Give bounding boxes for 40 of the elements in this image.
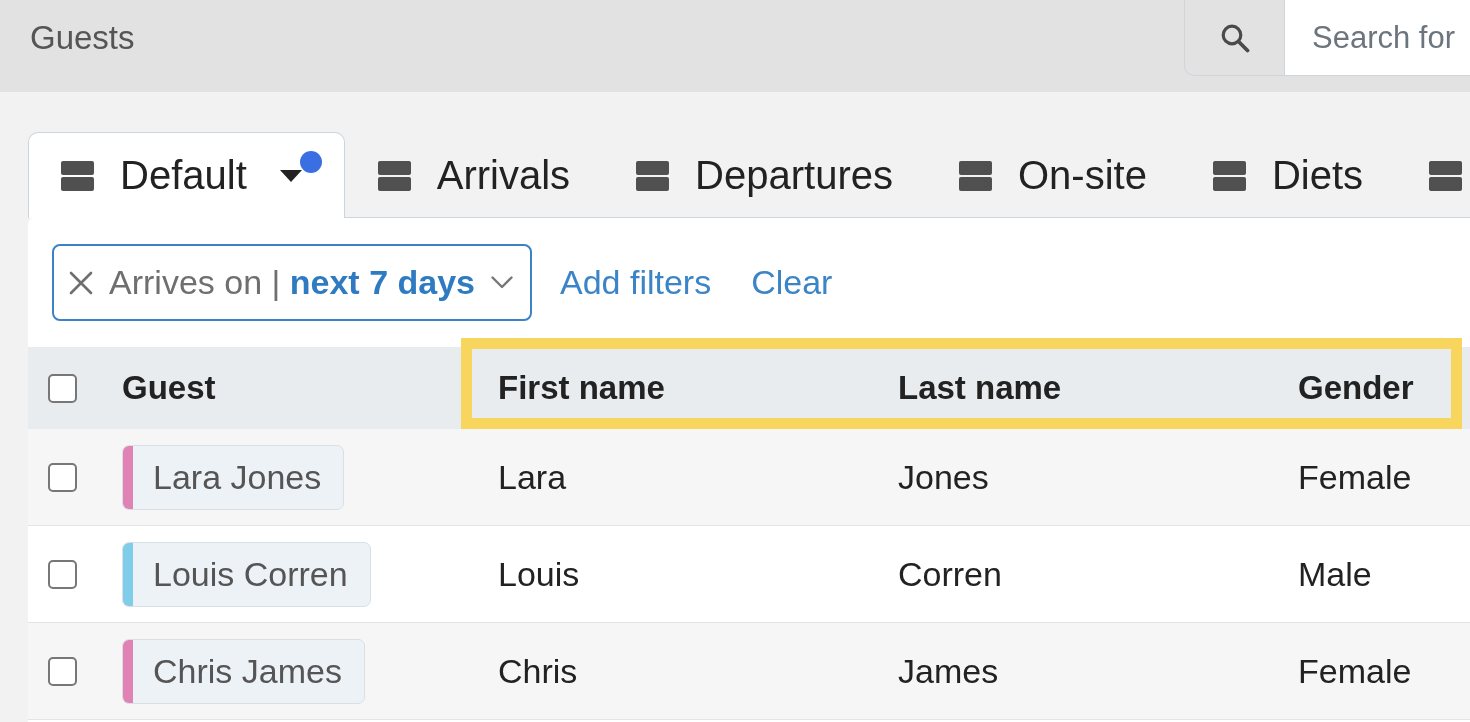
view-tab[interactable]: Arrivals xyxy=(344,132,604,218)
column-header: Gender xyxy=(1298,369,1414,407)
table-cell: Male xyxy=(1298,554,1372,594)
search-icon xyxy=(1219,22,1250,53)
rows-icon xyxy=(377,160,411,191)
table-cell: James xyxy=(898,651,999,691)
row-checkbox[interactable] xyxy=(48,462,77,492)
chevron-down-icon xyxy=(491,276,513,289)
row-checkbox[interactable] xyxy=(48,559,77,589)
view-tab[interactable]: On-site xyxy=(925,132,1180,218)
guest-chip[interactable]: Lara Jones xyxy=(122,444,345,510)
column-header: First name xyxy=(498,369,665,407)
close-icon[interactable] xyxy=(69,270,93,295)
view-tab[interactable]: Default xyxy=(28,132,345,218)
rows-icon xyxy=(636,160,670,191)
search-button[interactable] xyxy=(1184,0,1285,76)
rows-icon xyxy=(61,160,94,191)
header-checkbox[interactable] xyxy=(48,373,77,403)
guest-chip[interactable]: Chris James xyxy=(122,638,365,704)
row-checkbox[interactable] xyxy=(48,656,77,686)
add-filters-link[interactable]: Add filters xyxy=(560,263,712,302)
guest-chip[interactable]: Louis Corren xyxy=(122,541,371,607)
rows-icon xyxy=(958,160,992,191)
filter-chip[interactable]: Arrives on | next 7 days xyxy=(52,244,532,321)
table-cell: Female xyxy=(1298,457,1412,497)
table-cell: Chris xyxy=(498,651,578,691)
rows-icon xyxy=(1212,160,1246,191)
clear-link[interactable]: Clear xyxy=(751,263,833,302)
table-cell: Female xyxy=(1298,651,1412,691)
column-header: Last name xyxy=(898,369,1062,407)
table-cell: Lara xyxy=(498,457,567,497)
column-header: Guest xyxy=(122,369,216,407)
search-field[interactable]: Search for xyxy=(1285,0,1470,76)
table-cell: Corren xyxy=(898,554,1002,594)
view-tab[interactable]: Departures xyxy=(603,132,926,218)
table-cell: Jones xyxy=(898,457,989,497)
page-title: Guests xyxy=(30,19,135,57)
rows-icon xyxy=(1429,160,1463,191)
view-tab[interactable]: Diets xyxy=(1179,132,1397,218)
table-cell: Louis xyxy=(498,554,580,594)
